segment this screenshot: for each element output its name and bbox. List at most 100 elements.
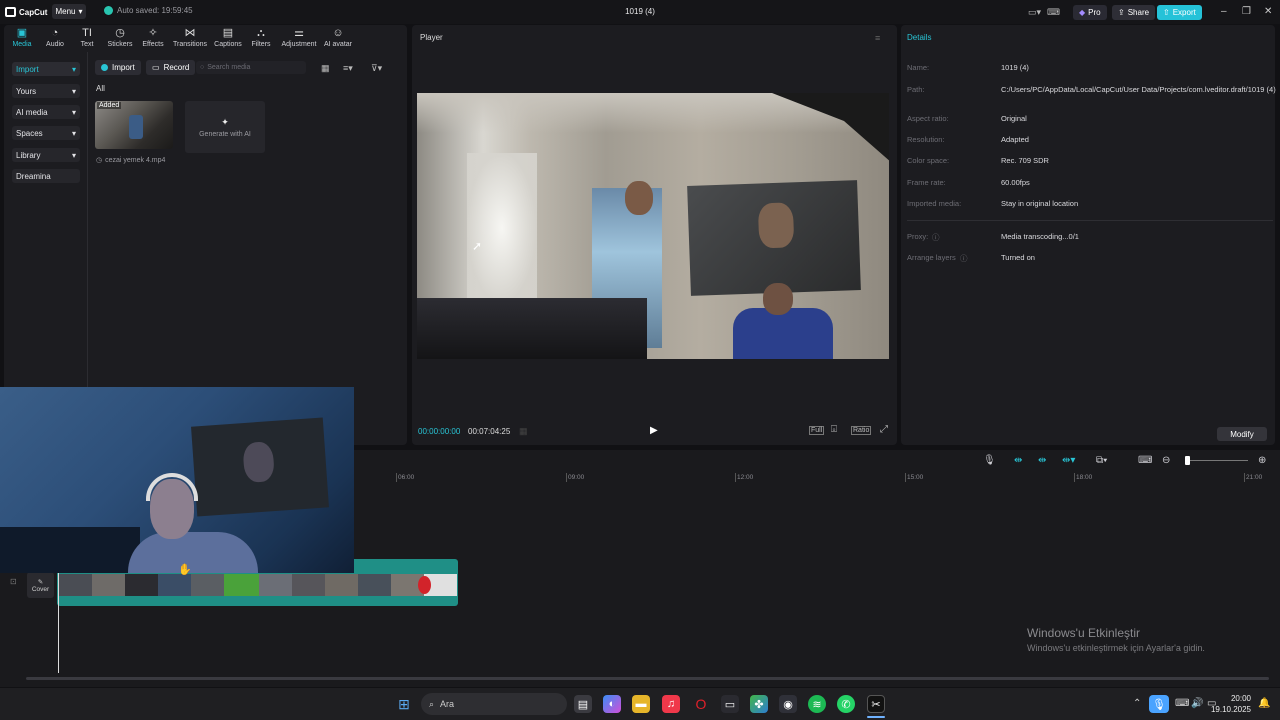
player-menu-icon[interactable]: ≡ (875, 33, 880, 43)
desk-foreground (417, 298, 647, 359)
caption-icon[interactable]: ⌨ (1138, 455, 1152, 466)
spotify-icon[interactable]: ≋ (808, 695, 826, 713)
tab-transitions[interactable]: ⋈ Transitions (170, 28, 210, 49)
sort-icon[interactable]: ≡▾ (343, 63, 353, 74)
layout-icon[interactable]: ▭▾ (1028, 7, 1041, 18)
zoom-slider[interactable] (1185, 456, 1248, 465)
stickers-icon: ◷ (115, 27, 125, 39)
link-clips-icon[interactable]: ⇹ (1014, 455, 1022, 466)
media-player-icon[interactable]: ▭ (721, 695, 739, 713)
ruler-tick: 09:00 (568, 474, 585, 481)
file-explorer-icon[interactable]: ▬ (632, 695, 650, 713)
chevron-down-icon: ▾ (71, 128, 76, 138)
view-mode-icon[interactable]: ▦ (321, 63, 330, 74)
chevron-down-icon: ▾ (71, 107, 76, 117)
export-button[interactable]: ⇧ Export (1157, 5, 1202, 20)
screenshot-icon[interactable]: ⌻ (831, 424, 837, 435)
microphone-icon[interactable]: 🎙 (983, 455, 996, 466)
activation-watermark-text: Windows'u etkinleştirmek için Ayarlar'a … (1027, 643, 1205, 653)
webcam-desk (0, 527, 140, 573)
notification-icon[interactable]: 🔔 (1258, 698, 1270, 709)
split-icon[interactable]: ⇹▾ (1062, 455, 1075, 466)
search-input[interactable]: ○ Search media (196, 61, 306, 74)
ai-avatar-icon: ☺ (332, 27, 344, 39)
timeline-grid-icon[interactable]: ▦ (519, 426, 528, 437)
filter-all[interactable]: All (96, 84, 105, 93)
media-clip-thumbnail[interactable]: Added (95, 101, 173, 149)
adjustment-icon: ⚌ (294, 27, 304, 39)
tab-effects[interactable]: ✧ Effects (139, 28, 167, 49)
tab-audio[interactable]: ◔ Audio (42, 28, 68, 49)
sidebar-item-library[interactable]: Library ▾ (12, 148, 80, 162)
sidebar-item-spaces[interactable]: Spaces ▾ (12, 126, 80, 140)
share-button[interactable]: ⇪ Share (1112, 5, 1156, 20)
info-icon[interactable]: ⓘ (932, 232, 940, 243)
zoom-out-icon[interactable]: ⊖ (1162, 455, 1170, 466)
restore-icon[interactable]: ❐ (1242, 6, 1251, 17)
sidebar-item-ai-media[interactable]: AI media ▾ (12, 105, 80, 119)
headphones (146, 473, 198, 501)
info-icon[interactable]: ⓘ (960, 253, 968, 264)
added-badge: Added (97, 102, 122, 109)
chevron-down-icon: ▾ (71, 150, 76, 160)
details-divider (907, 220, 1273, 221)
tab-ai-avatar[interactable]: ☺ AI avatar (322, 27, 354, 49)
opera-icon[interactable]: O (692, 695, 710, 713)
whatsapp-icon[interactable]: ✆ (837, 695, 855, 713)
store-icon[interactable]: ▤ (574, 695, 592, 713)
pro-button[interactable]: ◆ Pro (1073, 5, 1107, 20)
share-label: Share (1127, 8, 1150, 17)
taskbar-date[interactable]: 19.10.2025 (1200, 705, 1251, 714)
modify-button[interactable]: Modify (1217, 427, 1267, 441)
copilot-icon[interactable]: ◐ (603, 695, 621, 713)
app-icon[interactable]: ✤ (750, 695, 768, 713)
microphone-tray-icon[interactable]: 🎙 (1149, 695, 1169, 713)
ratio-button[interactable]: Ratio (851, 426, 872, 435)
music-icon[interactable]: ♫ (662, 695, 680, 713)
sidebar-item-dreamina[interactable]: Dreamina (12, 169, 80, 183)
shortcuts-icon[interactable]: ⌨ (1047, 7, 1060, 18)
filter-icon[interactable]: ⊽▾ (371, 63, 382, 74)
tab-text[interactable]: TI Text (75, 28, 99, 49)
export-icon: ⇧ (1163, 8, 1170, 17)
windows-start-icon[interactable]: ⊞ (395, 695, 413, 713)
title-bar: CapCut Menu ▾ Auto saved: 19:59:45 1019 … (0, 0, 1280, 24)
network-icon[interactable]: ⌨ (1175, 698, 1189, 709)
tab-stickers[interactable]: ◷ Stickers (104, 27, 136, 49)
magnet-icon[interactable]: ⇹ (1038, 455, 1046, 466)
taskbar-search[interactable]: ⌕ Ara (421, 693, 567, 715)
zoom-slider-handle[interactable] (1185, 456, 1190, 465)
fullscreen-icon[interactable]: ⤢ (880, 424, 888, 435)
steam-icon[interactable]: ◉ (779, 695, 797, 713)
webcam-poster (191, 417, 329, 517)
track-lock-icon[interactable]: ⊡ (10, 577, 17, 586)
full-button[interactable]: Full (809, 426, 825, 435)
taskbar-time[interactable]: 20:00 (1213, 694, 1251, 703)
sidebar-divider (87, 52, 88, 387)
tab-filters[interactable]: ⛬ Filters (248, 28, 274, 49)
video-preview[interactable] (417, 93, 889, 359)
current-time: 00:00:00:00 (418, 427, 461, 436)
preview-axis-icon[interactable]: ⧉▾ (1096, 455, 1107, 466)
sidebar-item-yours[interactable]: Yours ▾ (12, 84, 80, 98)
tab-media[interactable]: ▣ Media (9, 28, 35, 49)
chevron-up-icon[interactable]: ⌃ (1133, 698, 1141, 709)
capcut-taskbar-icon[interactable]: ✂ (867, 695, 885, 713)
clock-icon: ◷ (96, 157, 103, 164)
timeline-scrollbar[interactable] (26, 677, 1269, 680)
generate-with-ai-button[interactable]: ✦ Generate with AI (185, 101, 265, 153)
share-icon: ⇪ (1118, 8, 1125, 17)
tab-captions[interactable]: ▤ Captions (211, 28, 245, 49)
zoom-in-icon[interactable]: ⊕ (1258, 455, 1266, 466)
minimize-icon[interactable]: – (1221, 6, 1227, 17)
playhead[interactable] (58, 560, 59, 673)
cover-button[interactable]: ✎ Cover (27, 572, 54, 598)
import-button[interactable]: Import (95, 60, 141, 75)
sidebar-item-import[interactable]: Import ▾ (12, 62, 80, 76)
close-icon[interactable]: ✕ (1264, 6, 1272, 17)
tab-adjustment[interactable]: ⚌ Adjustment (278, 27, 320, 49)
play-button[interactable]: ▶ (650, 425, 658, 436)
import-icon (101, 64, 108, 71)
export-label: Export (1172, 8, 1196, 17)
record-button[interactable]: ▭ Record (146, 60, 196, 75)
